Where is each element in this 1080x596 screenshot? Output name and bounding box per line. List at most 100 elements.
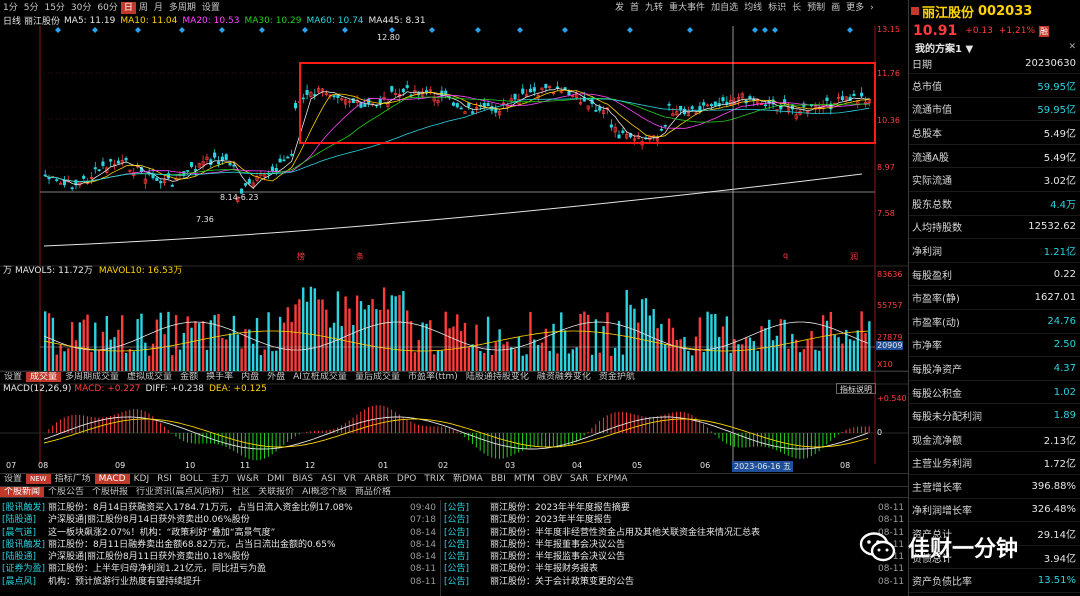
tab-period-5min[interactable]: 5分 <box>21 2 42 14</box>
news-item[interactable]: [公告] 丽江股份：半年报财务报表 08-11 <box>444 563 906 575</box>
news-tab-6[interactable]: AI概念个股 <box>298 487 351 497</box>
news-tab-1[interactable]: 个股公告 <box>44 487 88 497</box>
tab-period-15min[interactable]: 15分 <box>41 2 67 14</box>
indicator-tab-1[interactable]: NEW <box>26 474 51 484</box>
news-title[interactable]: 丽江股份：8月11日融券卖出金额68.82万元，占当日流出金额的0.65% <box>48 539 410 551</box>
news-title[interactable]: 丽江股份：8月14日获融资买入1784.71万元，占当日流入资金比例17.08% <box>48 502 410 514</box>
news-item[interactable]: [股讯触发] 丽江股份：8月14日获融资买入1784.71万元，占当日流入资金比例… <box>2 502 438 514</box>
volume-tab-12[interactable]: 融资融券变化 <box>533 372 595 382</box>
volume-tab-8[interactable]: AI立桩成交量 <box>289 372 351 382</box>
news-tab-5[interactable]: 关联报价 <box>254 487 298 497</box>
event-mark[interactable]: 润 <box>850 251 858 262</box>
news-tab-3[interactable]: 行业资讯(晨点风向标) <box>132 487 228 497</box>
news-item[interactable]: [公告] 丽江股份：关于会计政策变更的公告 08-11 <box>444 576 906 588</box>
panel-scrollbar[interactable] <box>1073 75 1078 435</box>
tab-multi-period[interactable]: 多周期 <box>166 2 199 14</box>
indicator-tab-20[interactable]: SAR <box>566 474 592 484</box>
volume-tab-6[interactable]: 内盘 <box>237 372 263 382</box>
action-draw[interactable]: 画 <box>828 2 843 14</box>
volume-tab-4[interactable]: 金额 <box>176 372 202 382</box>
news-item[interactable]: [公告] 丽江股份：2023年半年度报告摘要 08-11 <box>444 502 906 514</box>
news-title[interactable]: 沪深股通|丽江股份8月11日获外资卖出0.18%股份 <box>48 551 410 563</box>
news-item[interactable]: [公告] 丽江股份：2023年半年度报告 08-11 <box>444 514 906 526</box>
news-title[interactable]: 丽江股份：上半年归母净利润1.21亿元，同比扭亏为盈 <box>48 563 410 575</box>
news-title[interactable]: 丽江股份：2023年半年度报告 <box>490 514 878 526</box>
indicator-tab-16[interactable]: 新DMA <box>449 474 487 484</box>
indicator-tab-14[interactable]: DPO <box>393 474 420 484</box>
news-title[interactable]: 丽江股份：半年报董事会决议公告 <box>490 539 878 551</box>
indicator-tab-7[interactable]: 主力 <box>207 474 233 484</box>
volume-tab-10[interactable]: 市盈率(ttm) <box>404 372 462 382</box>
tab-period-day[interactable]: 日 <box>120 2 136 14</box>
event-mark[interactable]: 条 <box>356 251 364 262</box>
indicator-tab-21[interactable]: EXPMA <box>592 474 631 484</box>
action-forecast[interactable]: 预制 <box>804 2 828 14</box>
kline-chart-area[interactable] <box>0 26 908 476</box>
volume-tab-2[interactable]: 多周期成交量 <box>61 372 123 382</box>
action-add-watchlist[interactable]: 加自选 <box>708 2 741 14</box>
indicator-tab-12[interactable]: VR <box>340 474 360 484</box>
news-title[interactable]: 丽江股份：半年报监事会决议公告 <box>490 551 878 563</box>
volume-tab-13[interactable]: 资金护航 <box>595 372 639 382</box>
volume-tab-3[interactable]: 虚拟成交量 <box>123 372 176 382</box>
action-moving-average[interactable]: 均线 <box>741 2 765 14</box>
news-item[interactable]: [公告]丽江股份：半年报监事会决议公告08-11 <box>444 551 906 563</box>
indicator-tab-6[interactable]: BOLL <box>176 474 207 484</box>
action-more[interactable]: 更多 <box>843 2 867 14</box>
news-item[interactable]: [股讯触发] 丽江股份：8月11日融券卖出金额68.82万元，占当日流出金额的0.… <box>2 539 438 551</box>
indicator-tab-4[interactable]: KDJ <box>130 474 154 484</box>
indicator-tab-10[interactable]: BIAS <box>288 474 317 484</box>
news-title[interactable]: 丽江股份：2023年半年度报告摘要 <box>490 502 878 514</box>
action-long[interactable]: 长 <box>789 2 804 14</box>
news-tab-0[interactable]: 个股新闻 <box>0 487 45 497</box>
indicator-tab-11[interactable]: ASI <box>317 474 340 484</box>
indicator-tab-9[interactable]: DMI <box>263 474 288 484</box>
indicator-tab-3[interactable]: MACD <box>94 474 130 484</box>
news-item[interactable]: [公告] 丽江股份：半年度非经营性资金占用及其他关联资金往来情况汇总表 08-11 <box>444 527 906 539</box>
indicator-tab-15[interactable]: TRIX <box>420 474 449 484</box>
indicator-tab-17[interactable]: BBI <box>487 474 510 484</box>
chevron-right-icon[interactable]: › <box>867 2 877 14</box>
news-title[interactable]: 沪深股通|丽江股份8月14日获外资卖出0.06%股份 <box>48 514 410 526</box>
plan-selector[interactable]: 我的方案1 ▼ <box>915 40 973 55</box>
indicator-tab-0[interactable]: 设置 <box>0 474 26 484</box>
news-item[interactable]: [陆股通] 沪深股通|丽江股份8月11日获外资卖出0.18%股份 08-14 <box>2 551 438 563</box>
news-item[interactable]: [晨气道] 这一板块飙涨2.07%！机构：“政策利好”叠加“高景气度” 08-14 <box>2 527 438 539</box>
news-title[interactable]: 这一板块飙涨2.07%！机构：“政策利好”叠加“高景气度” <box>48 527 410 539</box>
action-jiuzhuan[interactable]: 九转 <box>642 2 666 14</box>
news-title[interactable]: 丽江股份：半年度非经营性资金占用及其他关联资金往来情况汇总表 <box>490 527 878 539</box>
indicator-tab-18[interactable]: MTM <box>510 474 539 484</box>
event-mark[interactable]: q <box>783 251 788 260</box>
indicator-tab-19[interactable]: OBV <box>539 474 566 484</box>
volume-tab-0[interactable]: 设置 <box>0 372 26 382</box>
volume-tab-7[interactable]: 外盘 <box>263 372 289 382</box>
indicator-tab-2[interactable]: 指标广场 <box>51 474 95 484</box>
news-item[interactable]: [陆股通] 沪深股通|丽江股份8月14日获外资卖出0.06%股份 07:18 <box>2 514 438 526</box>
tab-period-month[interactable]: 月 <box>151 2 166 14</box>
news-item[interactable]: [晨点风] 机构：预计旅游行业热度有望持续提升 08-11 <box>2 576 438 588</box>
news-item[interactable]: [证券为盈] 丽江股份：上半年归母净利润1.21亿元，同比扭亏为盈 08-11 <box>2 563 438 575</box>
news-title[interactable]: 丽江股份：关于会计政策变更的公告 <box>490 576 878 588</box>
indicator-tab-8[interactable]: W&R <box>233 474 263 484</box>
indicator-help-button[interactable]: 指标说明 <box>836 383 876 394</box>
volume-tab-9[interactable]: 量后成交量 <box>351 372 404 382</box>
news-tab-4[interactable]: 社区 <box>228 487 254 497</box>
indicator-tab-13[interactable]: ARBR <box>360 474 393 484</box>
event-mark[interactable]: 榜 <box>297 251 305 262</box>
tab-period-week[interactable]: 周 <box>136 2 151 14</box>
news-item[interactable]: [公告]丽江股份：半年报董事会决议公告08-11 <box>444 539 906 551</box>
close-icon[interactable]: ✕ <box>1068 42 1076 52</box>
tab-period-30min[interactable]: 30分 <box>68 2 94 14</box>
volume-tab-1[interactable]: 成交量 <box>26 372 62 382</box>
tab-period-1min[interactable]: 1分 <box>0 2 21 14</box>
action-markers[interactable]: 标识 <box>765 2 789 14</box>
news-title[interactable]: 机构：预计旅游行业热度有望持续提升 <box>48 576 410 588</box>
volume-tab-11[interactable]: 陆股通持股变化 <box>462 372 533 382</box>
volume-tab-5[interactable]: 换手率 <box>202 372 237 382</box>
indicator-tab-5[interactable]: RSI <box>153 474 176 484</box>
news-tab-7[interactable]: 商品价格 <box>351 487 395 497</box>
news-title[interactable]: 丽江股份：半年报财务报表 <box>490 563 878 575</box>
action-major-events[interactable]: 重大事件 <box>666 2 708 14</box>
action-shou[interactable]: 首 <box>627 2 642 14</box>
tab-period-60min[interactable]: 60分 <box>94 2 120 14</box>
